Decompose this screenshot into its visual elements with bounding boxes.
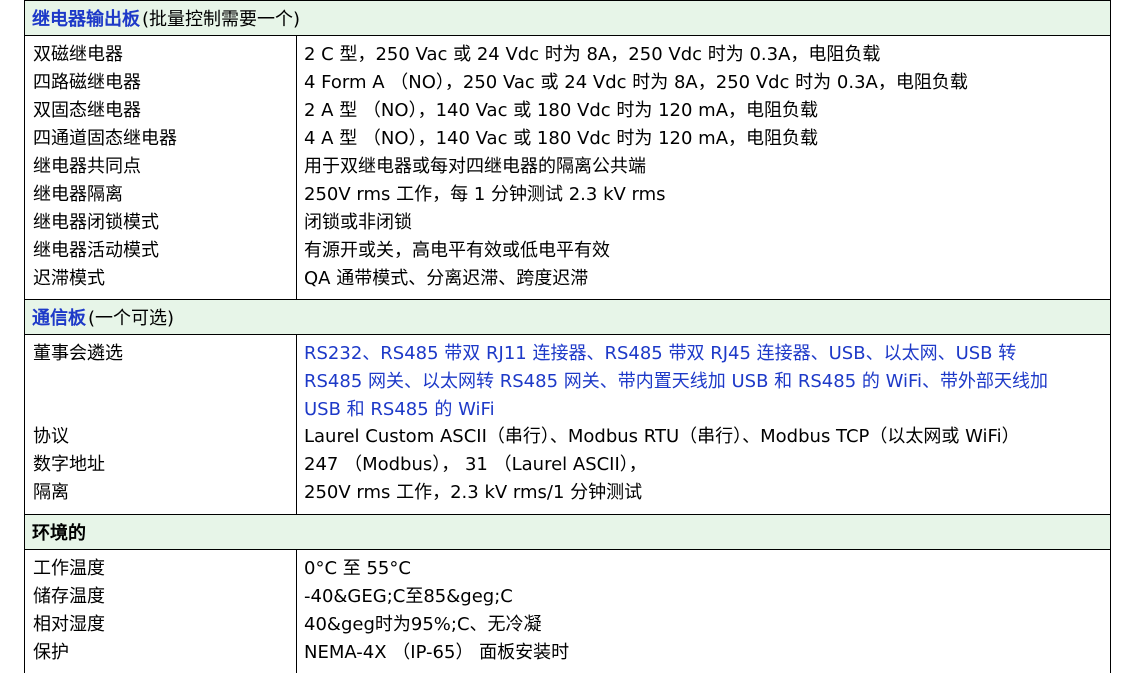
row-value: 40&geg时为95%;C、无冷凝 — [304, 614, 542, 635]
row-label: 相对湿度 — [33, 614, 105, 635]
section-title: 通信板 — [32, 308, 86, 329]
spec-table: 继电器输出板 (批量控制需要一个) 双磁继电器 2 C 型，250 Vac 或 … — [24, 0, 1111, 673]
row-label: 继电器闭锁模式 — [33, 212, 159, 233]
section-subtitle: (一个可选) — [88, 308, 175, 329]
row-value: 2 A 型 （NO），140 Vac 或 180 Vdc 时为 120 mA，电… — [304, 100, 819, 121]
column-divider — [296, 36, 297, 300]
row-value: -40&GEG;C至85&geg;C — [304, 586, 513, 607]
row-value: 0°C 至 55°C — [304, 558, 411, 579]
row-label: 双固态继电器 — [33, 100, 141, 121]
row-value: 4 Form A （NO），250 Vac 或 24 Vdc 时为 8A，250… — [304, 72, 968, 93]
row-value: NEMA-4X （IP-65） 面板安装时 — [304, 642, 570, 663]
section-body-environment: 工作温度 0°C 至 55°C 储存温度 -40&GEG;C至85&geg;C … — [25, 550, 1110, 673]
column-divider — [296, 550, 297, 673]
row-value: RS232、RS485 带双 RJ11 连接器、RS485 带双 RJ45 连接… — [304, 340, 1104, 424]
section-title: 环境的 — [32, 523, 86, 544]
row-value: 2 C 型，250 Vac 或 24 Vdc 时为 8A，250 Vdc 时为 … — [304, 44, 881, 65]
row-label: 数字地址 — [33, 454, 105, 475]
row-label: 工作温度 — [33, 558, 105, 579]
row-value: 有源开或关，高电平有效或低电平有效 — [304, 240, 610, 261]
section-body-comm: 董事会遴选 RS232、RS485 带双 RJ11 连接器、RS485 带双 R… — [25, 335, 1110, 515]
row-value: QA 通带模式、分离迟滞、跨度迟滞 — [304, 268, 589, 289]
row-label: 储存温度 — [33, 586, 105, 607]
section-header-environment: 环境的 — [25, 514, 1110, 550]
section-subtitle: (批量控制需要一个) — [142, 9, 301, 30]
section-title: 继电器输出板 — [32, 9, 140, 30]
row-value: 用于双继电器或每对四继电器的隔离公共端 — [304, 156, 646, 177]
row-label: 隔离 — [33, 482, 69, 503]
section-body-relay: 双磁继电器 2 C 型，250 Vac 或 24 Vdc 时为 8A，250 V… — [25, 36, 1110, 300]
value-line: USB 和 RS485 的 WiFi — [304, 399, 495, 420]
row-label: 四通道固态继电器 — [33, 128, 177, 149]
row-value: 247 （Modbus）， 31 （Laurel ASCII）， — [304, 454, 647, 475]
row-label: 协议 — [33, 426, 69, 447]
row-label: 保护 — [33, 642, 69, 663]
row-label: 迟滞模式 — [33, 268, 105, 289]
row-value: 250V rms 工作，每 1 分钟测试 2.3 kV rms — [304, 184, 666, 205]
row-value: Laurel Custom ASCII（串行）、Modbus RTU（串行）、M… — [304, 426, 1020, 447]
row-label: 继电器活动模式 — [33, 240, 159, 261]
section-header-comm: 通信板 (一个可选) — [25, 299, 1110, 335]
column-divider — [296, 335, 297, 515]
row-label: 双磁继电器 — [33, 44, 123, 65]
row-value: 闭锁或非闭锁 — [304, 212, 412, 233]
value-line: RS485 网关、以太网转 RS485 网关、带内置天线加 USB 和 RS48… — [304, 371, 1049, 392]
row-label: 董事会遴选 — [33, 343, 123, 364]
row-label: 四路磁继电器 — [33, 72, 141, 93]
row-value: 250V rms 工作，2.3 kV rms/1 分钟测试 — [304, 482, 643, 503]
row-label: 继电器隔离 — [33, 184, 123, 205]
row-label: 继电器共同点 — [33, 156, 141, 177]
row-value: 4 A 型 （NO），140 Vac 或 180 Vdc 时为 120 mA，电… — [304, 128, 819, 149]
value-line: RS232、RS485 带双 RJ11 连接器、RS485 带双 RJ45 连接… — [304, 343, 1017, 364]
section-header-relay: 继电器输出板 (批量控制需要一个) — [25, 0, 1110, 36]
